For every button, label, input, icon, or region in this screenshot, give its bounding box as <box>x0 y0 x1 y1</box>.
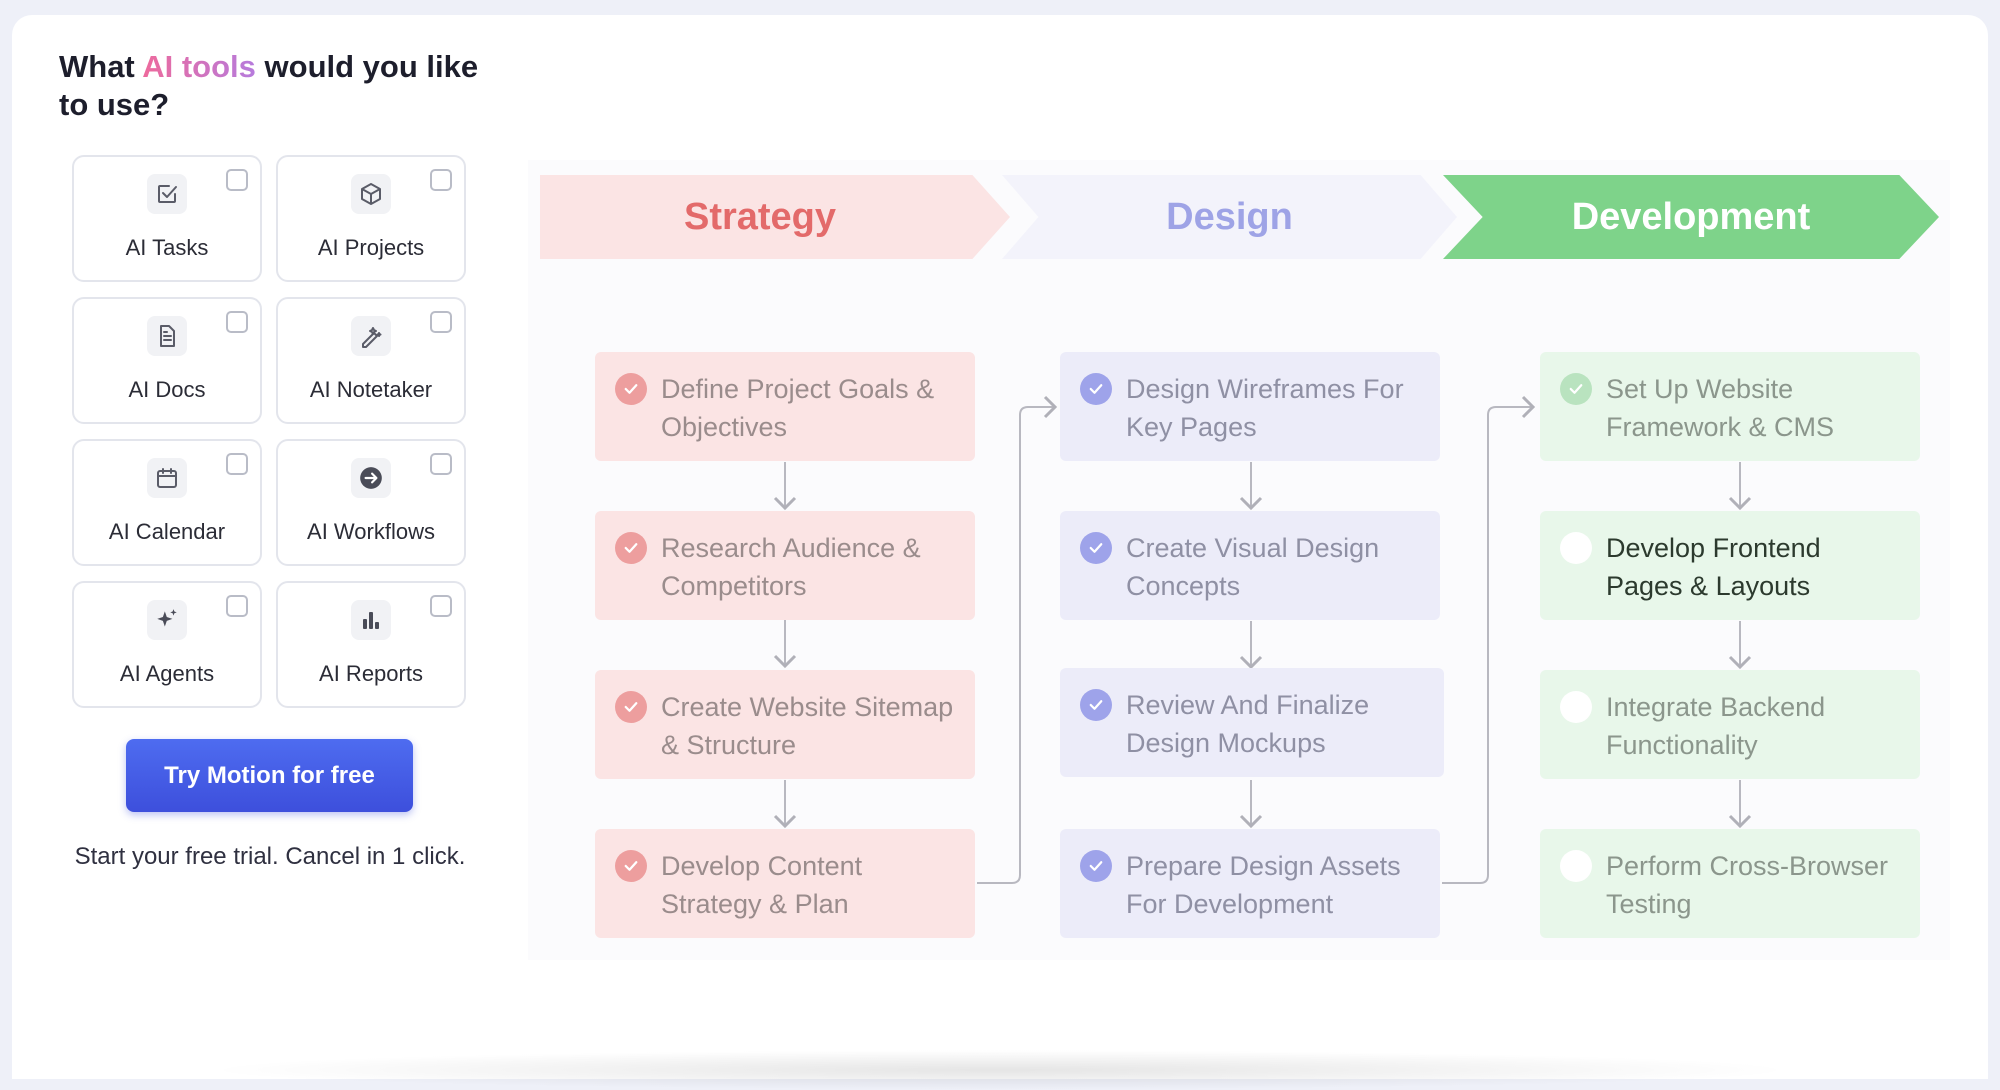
task-label: Set Up Website Framework & CMS <box>1606 374 1835 442</box>
task-label: Prepare Design Assets For Development <box>1126 851 1401 919</box>
tool-checkbox[interactable] <box>226 169 248 191</box>
task-card[interactable]: Create Visual Design Concepts <box>1060 511 1440 620</box>
tool-checkbox[interactable] <box>430 453 452 475</box>
tool-label: AI Reports <box>319 661 423 686</box>
check-circle-icon <box>615 373 647 405</box>
tool-grid: AI Tasks AI Projects AI Docs AI Notetake… <box>72 155 466 708</box>
task-card[interactable]: Define Project Goals & Objectives <box>595 352 975 461</box>
check-circle-icon <box>615 691 647 723</box>
task-card[interactable]: Perform Cross-Browser Testing <box>1540 829 1920 938</box>
magic-pen-icon <box>351 316 391 356</box>
tool-card-ai-calendar[interactable]: AI Calendar <box>72 439 262 566</box>
try-motion-button[interactable]: Try Motion for free <box>126 739 413 812</box>
tool-checkbox[interactable] <box>226 595 248 617</box>
arrow-circle-icon <box>351 458 391 498</box>
tool-card-ai-agents[interactable]: AI Agents <box>72 581 262 708</box>
tool-label: AI Tasks <box>125 235 209 260</box>
tool-label: AI Docs <box>128 377 206 402</box>
task-label: Review And Finalize Design Mockups <box>1126 690 1370 758</box>
bar-chart-icon <box>351 600 391 640</box>
tool-checkbox[interactable] <box>430 169 452 191</box>
task-label: Develop Content Strategy & Plan <box>661 851 863 919</box>
task-check-icon <box>147 174 187 214</box>
check-circle-icon <box>615 532 647 564</box>
tool-label: AI Agents <box>119 661 215 686</box>
tool-label: AI Projects <box>317 235 425 260</box>
check-circle-icon <box>1080 850 1112 882</box>
card-shadow <box>200 1050 1800 1090</box>
sparkles-icon <box>147 600 187 640</box>
tool-checkbox[interactable] <box>430 311 452 333</box>
task-card[interactable]: Set Up Website Framework & CMS <box>1540 352 1920 461</box>
task-label: Design Wireframes For Key Pages <box>1126 374 1404 442</box>
tool-checkbox[interactable] <box>430 595 452 617</box>
question-accent: AI tools <box>142 49 256 84</box>
task-card[interactable]: Review And Finalize Design Mockups <box>1060 668 1444 777</box>
tool-card-ai-tasks[interactable]: AI Tasks <box>72 155 262 282</box>
tool-card-ai-docs[interactable]: AI Docs <box>72 297 262 424</box>
tool-card-ai-workflows[interactable]: AI Workflows <box>276 439 466 566</box>
task-card-active[interactable]: Develop Frontend Pages & Layouts <box>1540 511 1920 620</box>
check-circle-icon <box>1080 532 1112 564</box>
tool-checkbox[interactable] <box>226 311 248 333</box>
tool-card-ai-notetaker[interactable]: AI Notetaker <box>276 297 466 424</box>
tool-checkbox[interactable] <box>226 453 248 475</box>
tool-card-ai-projects[interactable]: AI Projects <box>276 155 466 282</box>
check-circle-icon <box>615 850 647 882</box>
cube-icon <box>351 174 391 214</box>
task-label: Research Audience & Competitors <box>661 533 921 601</box>
check-circle-icon <box>1560 373 1592 405</box>
task-card[interactable]: Design Wireframes For Key Pages <box>1060 352 1440 461</box>
calendar-icon <box>147 458 187 498</box>
check-circle-icon <box>1080 373 1112 405</box>
task-label: Perform Cross-Browser Testing <box>1606 851 1889 919</box>
empty-circle-icon <box>1560 691 1592 723</box>
task-card[interactable]: Create Website Sitemap & Structure <box>595 670 975 779</box>
empty-circle-icon <box>1560 850 1592 882</box>
task-label: Define Project Goals & Objectives <box>661 374 935 442</box>
task-label: Develop Frontend Pages & Layouts <box>1606 533 1821 601</box>
task-card[interactable]: Research Audience & Competitors <box>595 511 975 620</box>
task-label: Integrate Backend Functionality <box>1606 692 1826 760</box>
phase-strategy: Strategy <box>540 175 1010 259</box>
question-heading: What AI tools would you like to use? <box>59 49 479 122</box>
document-icon <box>147 316 187 356</box>
empty-circle-icon <box>1560 532 1592 564</box>
task-label: Create Website Sitemap & Structure <box>661 692 954 760</box>
tool-card-ai-reports[interactable]: AI Reports <box>276 581 466 708</box>
tool-label: AI Notetaker <box>309 377 433 402</box>
trial-subtext: Start your free trial. Cancel in 1 click… <box>74 843 466 870</box>
tool-label: AI Workflows <box>307 519 435 544</box>
task-label: Create Visual Design Concepts <box>1126 533 1380 601</box>
check-circle-icon <box>1080 689 1112 721</box>
phase-design: Design <box>1002 175 1457 259</box>
task-card[interactable]: Develop Content Strategy & Plan <box>595 829 975 938</box>
task-card[interactable]: Integrate Backend Functionality <box>1540 670 1920 779</box>
tool-label: AI Calendar <box>108 519 226 544</box>
task-card[interactable]: Prepare Design Assets For Development <box>1060 829 1440 938</box>
phase-development: Development <box>1443 175 1939 259</box>
